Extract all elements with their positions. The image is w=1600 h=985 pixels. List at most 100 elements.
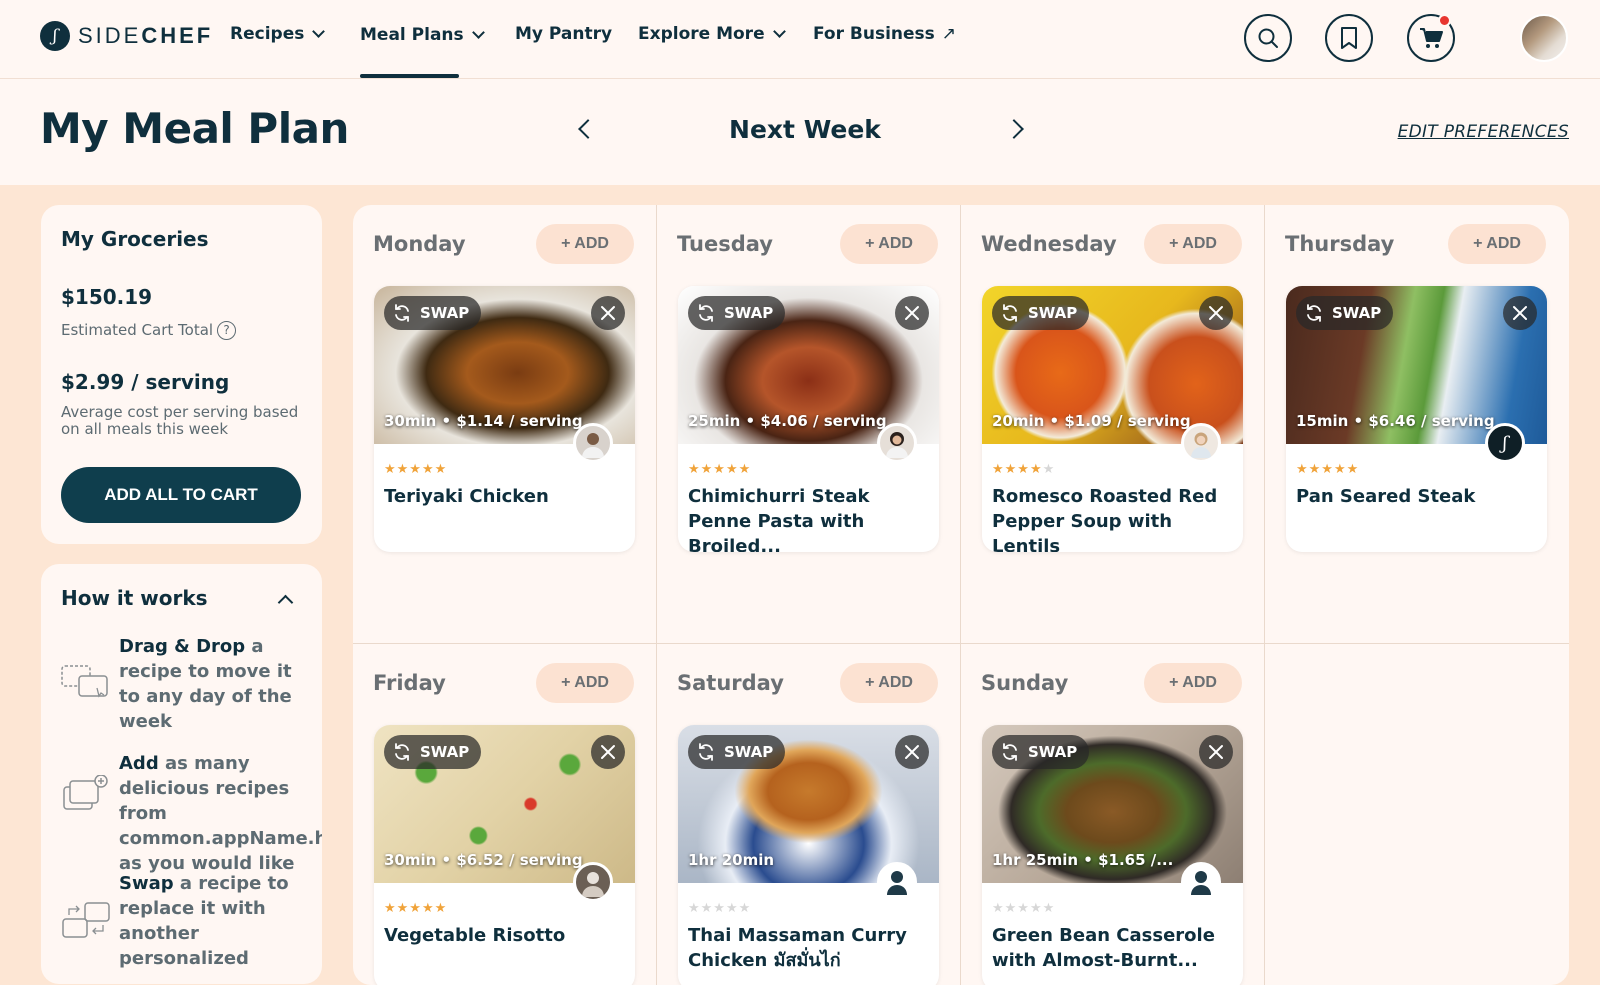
remove-recipe-button[interactable] [1503,296,1537,330]
recipe-card[interactable]: SWAP 30min • $1.14 / serving ★★★★★ Teriy… [374,286,635,552]
how-step-swap: Swap a recipe to replace it with another… [61,871,309,971]
chevron-down-icon [772,25,786,38]
stars-filled: ★★★★★ [384,901,448,916]
logo-mark-icon: ʃ [40,21,70,51]
swap-icon [699,304,713,322]
swap-button[interactable]: SWAP [688,735,786,769]
star-rating: ★★★★★ [1296,462,1359,477]
day-name: Monday [373,232,466,256]
how-step-drag: Drag & Drop a recipe to move it to any d… [61,634,309,734]
close-icon [1513,306,1527,320]
stars-filled: ★★★★ [992,462,1043,477]
how-step-add-text: Add as many delicious recipes from commo… [119,753,322,874]
day-name: Saturday [677,671,784,695]
chevron-down-icon [312,25,326,38]
saved-button[interactable] [1325,14,1373,62]
author-avatar[interactable] [1181,862,1221,902]
stars-filled: ★★★★★ [1296,462,1360,477]
recipe-meta: 15min • $6.46 / serving [1296,412,1495,430]
remove-recipe-button[interactable] [591,735,625,769]
remove-recipe-button[interactable] [895,296,929,330]
cart-button[interactable] [1407,14,1455,62]
author-avatar[interactable]: ʃ [1485,423,1525,463]
recipe-card[interactable]: SWAP 20min • $1.09 / serving ★★★★★ Romes… [982,286,1243,552]
nav-for-business[interactable]: For Business ↗ [813,24,956,44]
swap-button[interactable]: SWAP [688,296,786,330]
nav-recipes[interactable]: Recipes [230,24,326,44]
recipe-title[interactable]: Chimichurri Steak Penne Pasta with Broil… [688,484,928,552]
stars-empty: ★★★★★ [688,901,752,916]
recipe-meta: 20min • $1.09 / serving [992,412,1191,430]
remove-recipe-button[interactable] [895,735,929,769]
recipe-title[interactable]: Pan Seared Steak [1296,484,1536,509]
swap-icon [395,743,409,761]
author-avatar[interactable] [573,862,613,902]
swap-button[interactable]: SWAP [1296,296,1394,330]
edit-preferences-link[interactable]: EDIT PREFERENCES [1398,122,1569,142]
nav-for-business-label: For Business [813,24,935,44]
person-icon [582,433,604,458]
swap-label: SWAP [724,304,774,322]
recipe-card[interactable]: SWAP 15min • $6.46 / serving ʃ ★★★★★ Pan… [1286,286,1547,552]
remove-recipe-button[interactable] [1199,735,1233,769]
author-avatar[interactable] [1181,423,1221,463]
sidechef-logo[interactable]: ʃ SIDECHEF [40,20,213,52]
swap-icon [699,743,713,761]
recipe-title[interactable]: Vegetable Risotto [384,923,624,948]
grid-divider [656,205,657,985]
add-recipe-button[interactable]: + ADD [840,224,938,264]
default-user-icon [1191,871,1211,895]
add-recipe-button[interactable]: + ADD [1144,224,1242,264]
how-step-add: Add as many delicious recipes from commo… [61,751,322,876]
add-recipe-button[interactable]: + ADD [536,663,634,703]
add-recipe-button[interactable]: + ADD [1144,663,1242,703]
recipe-title[interactable]: Green Bean Casserole with Almost-Burnt..… [992,923,1232,973]
search-icon [1258,28,1278,48]
star-rating: ★★★★★ [688,462,751,477]
swap-button[interactable]: SWAP [384,296,482,330]
swap-icon [1003,743,1017,761]
nav-my-pantry[interactable]: My Pantry [515,24,612,44]
add-recipe-button[interactable]: + ADD [536,224,634,264]
close-icon [1209,306,1223,320]
recipe-card[interactable]: SWAP 30min • $6.52 / serving ★★★★★ Veget… [374,725,635,985]
person-icon [1191,432,1211,458]
user-avatar[interactable] [1520,14,1568,62]
author-avatar[interactable] [877,423,917,463]
cart-total-label: Estimated Cart Total [61,321,214,339]
recipe-meta: 1hr 25min • $1.65 /... [992,851,1174,869]
swap-button[interactable]: SWAP [992,296,1090,330]
author-avatar[interactable] [877,862,917,902]
swap-button[interactable]: SWAP [992,735,1090,769]
nav-meal-plans-label: Meal Plans [360,25,464,45]
star-rating: ★★★★★ [992,462,1055,477]
person-icon [886,432,908,458]
recipe-title[interactable]: Teriyaki Chicken [384,484,624,509]
search-button[interactable] [1244,14,1292,62]
groceries-title: My Groceries [61,227,209,251]
help-icon[interactable]: ? [217,321,237,340]
stars-empty: ★ [1042,462,1056,477]
recipe-card[interactable]: SWAP 1hr 20min ★★★★★ Thai Massaman Curry… [678,725,939,985]
add-all-to-cart-button[interactable]: ADD ALL TO CART [61,467,301,523]
author-avatar[interactable] [573,423,613,463]
swap-icon [395,304,409,322]
swap-label: SWAP [1332,304,1382,322]
recipe-title[interactable]: Romesco Roasted Red Pepper Soup with Len… [992,484,1232,552]
recipe-card[interactable]: SWAP 25min • $4.06 / serving ★★★★★ Chimi… [678,286,939,552]
recipe-card[interactable]: SWAP 1hr 25min • $1.65 /... ★★★★★ Green … [982,725,1243,985]
swap-button[interactable]: SWAP [384,735,482,769]
recipe-meta: 30min • $1.14 / serving [384,412,583,430]
swap-label: SWAP [724,743,774,761]
top-nav: ʃ SIDECHEF Recipes Meal Plans My Pantry … [0,0,1600,79]
nav-meal-plans[interactable]: Meal Plans [360,25,485,45]
swap-recipe-icon [62,902,110,938]
recipe-title[interactable]: Thai Massaman Curry Chicken มัสมั่นไก่ [688,923,928,973]
add-recipe-button[interactable]: + ADD [840,663,938,703]
remove-recipe-button[interactable] [1199,296,1233,330]
remove-recipe-button[interactable] [591,296,625,330]
grid-divider [960,205,961,985]
nav-explore-more[interactable]: Explore More [638,24,786,44]
close-icon [905,306,919,320]
add-recipe-button[interactable]: + ADD [1448,224,1546,264]
